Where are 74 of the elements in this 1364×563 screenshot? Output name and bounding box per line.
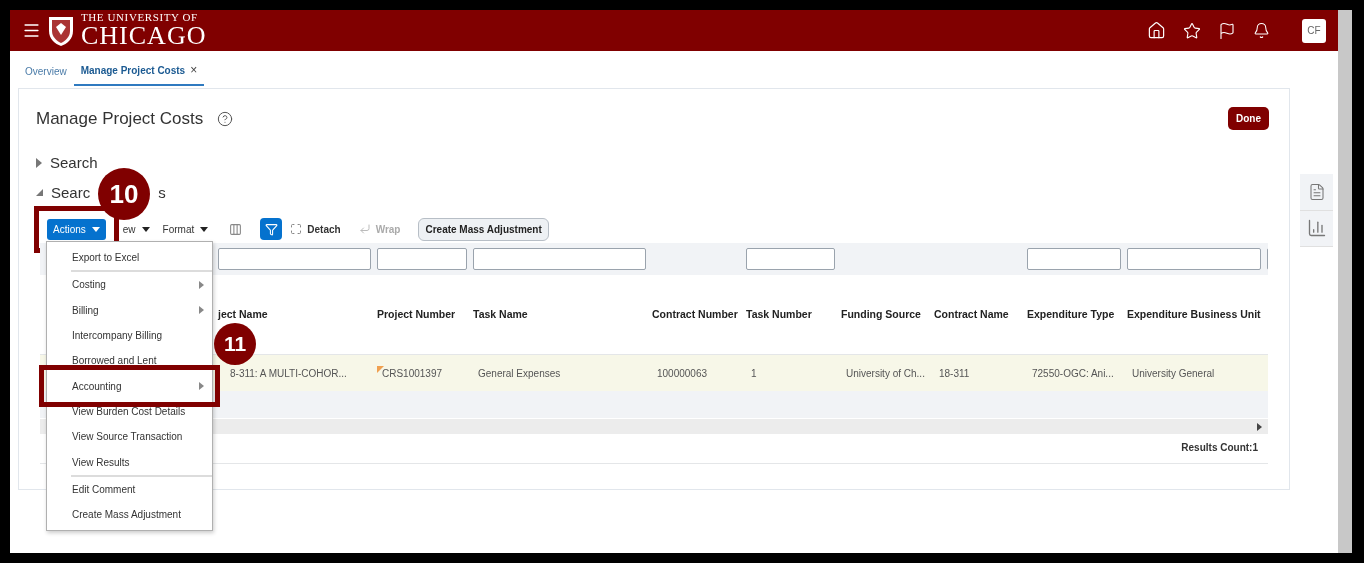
table-cell: University of Ch... (846, 367, 925, 379)
crest-icon (47, 14, 75, 47)
table-cell: 72550-OGC: Ani... (1032, 367, 1114, 379)
menu-item[interactable]: Create Mass Adjustment (47, 501, 212, 528)
caret-icon (200, 226, 209, 232)
caret-icon (91, 226, 100, 232)
tab[interactable]: Manage Project Costs × (73, 63, 205, 86)
detach-icon (290, 223, 303, 235)
vertical-scrollbar[interactable] (1338, 10, 1352, 553)
change-indicator-icon (377, 365, 384, 373)
menu-item[interactable]: View Source Transaction (47, 424, 212, 450)
submenu-arrow-icon (199, 306, 204, 315)
menu-item[interactable]: View Burden Cost Details (47, 398, 212, 425)
column-header[interactable]: Contract Name (934, 308, 1027, 321)
home-icon[interactable] (1147, 21, 1166, 40)
table-cell: University General (1132, 367, 1215, 379)
filter-field[interactable] (1027, 248, 1121, 270)
detach-button[interactable]: Detach (290, 223, 341, 235)
step-number-badge: 10 (98, 168, 150, 220)
column-header[interactable]: Task Number (746, 308, 841, 321)
actions-menu-button[interactable]: Actions (47, 218, 106, 240)
menu-item[interactable]: View Results (47, 449, 212, 475)
filter-icon (264, 222, 278, 236)
freeze-columns-icon[interactable] (229, 222, 243, 236)
filter-field[interactable] (746, 248, 835, 270)
logo-subtitle: THE UNIVERSITY OF (81, 12, 199, 23)
tab[interactable]: Overview (18, 66, 74, 86)
table-cell: 100000063 (657, 367, 708, 379)
table-cell: 1 (751, 367, 757, 379)
user-avatar[interactable]: CF (1302, 18, 1326, 43)
table-cell: CRS1001397 (382, 367, 443, 379)
menu-item[interactable]: Costing (47, 272, 212, 298)
section-heading[interactable]: Search (50, 154, 98, 171)
step-number-badge: 11 (214, 323, 256, 365)
star-icon[interactable] (1183, 21, 1201, 40)
help-icon[interactable] (217, 110, 234, 127)
filter-field[interactable] (473, 248, 646, 270)
column-header[interactable]: Funding Source (841, 308, 934, 321)
column-header[interactable]: Contract Number (652, 308, 746, 321)
column-header[interactable]: Expenditure Business Unit (1127, 308, 1267, 321)
menu-item[interactable]: Intercompany Billing (47, 322, 212, 349)
filter-field[interactable] (1127, 248, 1261, 270)
menu-item[interactable]: Edit Comment (47, 476, 212, 502)
table-cell: 18-311 (939, 367, 970, 379)
menu-item[interactable]: Export to Excel (47, 245, 212, 271)
table-cell: 8-311: A MULTI-COHOR... (230, 367, 347, 379)
menu-item[interactable]: Billing (47, 297, 212, 323)
create-mass-adjustment-button[interactable]: Create Mass Adjustment (418, 217, 549, 241)
close-icon[interactable]: × (190, 63, 198, 77)
expand-icon[interactable] (36, 157, 42, 168)
section-heading[interactable]: s (158, 184, 166, 201)
filter-field[interactable] (218, 248, 371, 270)
logo-title: CHICAGO (81, 23, 207, 49)
menu-button[interactable]: Format (162, 223, 209, 235)
scroll-right-icon[interactable] (1257, 422, 1262, 431)
section-heading[interactable]: Searc (51, 184, 91, 201)
column-header[interactable]: Project Number (377, 308, 473, 321)
collapse-icon[interactable] (36, 189, 43, 196)
page-title: Manage Project Costs (36, 108, 204, 129)
column-header[interactable]: Expenditure Type (1027, 308, 1127, 321)
submenu-arrow-icon (199, 382, 204, 391)
menu-button[interactable]: ew (122, 223, 150, 235)
table-cell: General Expenses (478, 367, 561, 379)
submenu-arrow-icon (199, 280, 204, 289)
column-header[interactable]: ject Name (218, 308, 377, 321)
notifications-icon[interactable] (1253, 22, 1270, 39)
filter-toggle-button[interactable] (260, 218, 283, 240)
filter-field[interactable] (377, 248, 467, 270)
menu-icon[interactable] (22, 21, 41, 40)
column-header[interactable]: Task Name (473, 308, 652, 321)
caret-icon (141, 226, 150, 232)
wrap-icon (358, 223, 371, 235)
done-button[interactable]: Done (1228, 107, 1269, 130)
flag-icon[interactable] (1218, 21, 1236, 40)
